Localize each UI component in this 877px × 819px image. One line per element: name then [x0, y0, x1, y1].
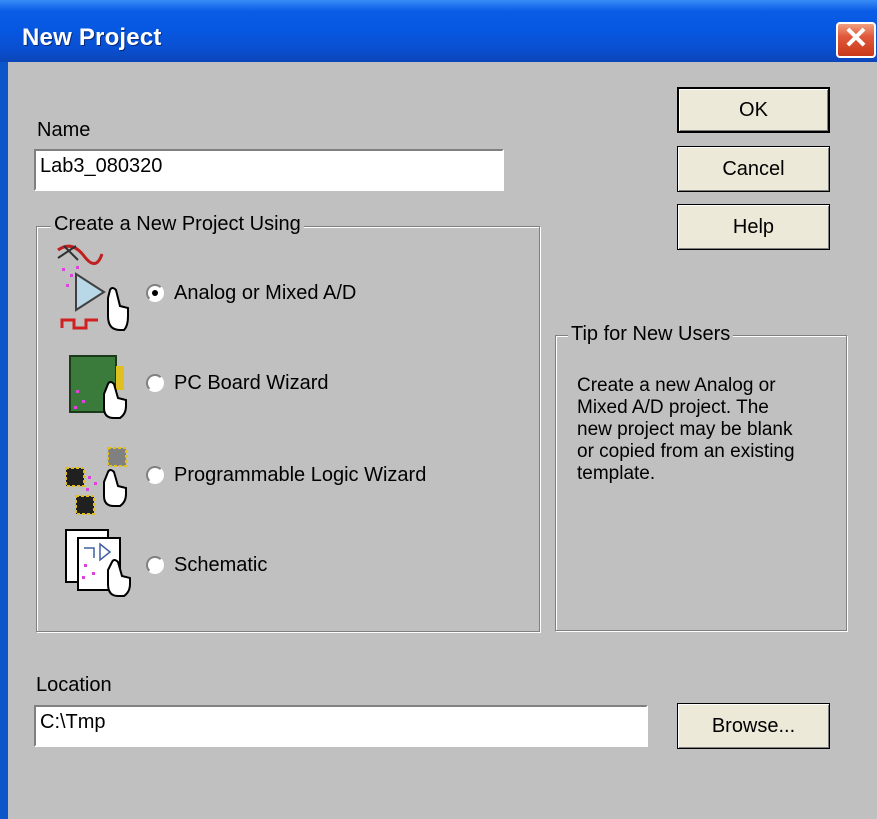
close-icon: ✕: [843, 22, 869, 55]
create-project-group-title: Create a New Project Using: [51, 213, 304, 236]
cancel-button[interactable]: Cancel: [677, 146, 830, 192]
close-button[interactable]: ✕: [836, 22, 876, 58]
radio-programmable-logic[interactable]: [146, 466, 164, 484]
radio-pc-board[interactable]: [146, 374, 164, 392]
tip-group-title: Tip for New Users: [568, 323, 734, 346]
location-input-value: C:\Tmp: [40, 711, 106, 733]
dialog-title: New Project: [22, 24, 162, 51]
tip-text: Create a new Analog or Mixed A/D project…: [577, 375, 795, 484]
analog-mixed-icon: [57, 244, 129, 331]
schematic-icon: [65, 529, 131, 597]
location-label: Location: [36, 674, 112, 696]
name-input[interactable]: Lab3_080320: [34, 149, 504, 191]
ok-button[interactable]: OK: [677, 87, 830, 133]
option-pc-board-label[interactable]: PC Board Wizard: [174, 372, 329, 395]
option-analog-mixed-label[interactable]: Analog or Mixed A/D: [174, 282, 356, 305]
radio-analog-mixed[interactable]: [146, 284, 164, 302]
title-bar[interactable]: New Project ✕: [0, 0, 877, 62]
radio-schematic[interactable]: [146, 556, 164, 574]
location-input[interactable]: C:\Tmp: [34, 705, 648, 747]
option-programmable-logic-label[interactable]: Programmable Logic Wizard: [174, 464, 426, 487]
programmable-logic-icon: [65, 447, 127, 515]
new-project-dialog: New Project ✕ Name Lab3_080320 OK Cancel…: [0, 0, 877, 819]
dialog-body: Name Lab3_080320 OK Cancel Help Create a…: [8, 62, 877, 819]
browse-button[interactable]: Browse...: [677, 703, 830, 749]
pc-board-icon: [69, 355, 127, 419]
name-input-value: Lab3_080320: [40, 155, 163, 177]
help-button[interactable]: Help: [677, 204, 830, 250]
option-schematic-label[interactable]: Schematic: [174, 554, 267, 577]
name-label: Name: [37, 119, 91, 141]
window-border: [0, 62, 8, 819]
